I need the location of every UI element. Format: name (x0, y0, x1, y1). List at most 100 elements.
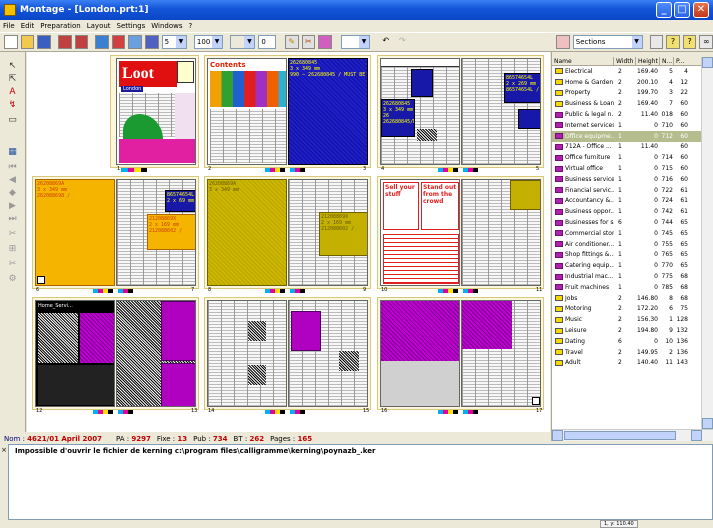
properties-icon[interactable]: ⚙ (6, 273, 19, 286)
column-header-name[interactable]: Name (552, 56, 614, 66)
help-icon[interactable]: ? (666, 35, 680, 49)
section-row[interactable]: Catering equip... 1 0 770 65 (552, 260, 702, 271)
section-row[interactable]: Business & Loans 2 169.40 7 60 (552, 98, 702, 109)
page-17[interactable] (461, 300, 541, 407)
section-row[interactable]: Adult 2 140.40 11 143 (552, 358, 702, 369)
section-row[interactable]: Office furniture 1 0 714 60 (552, 152, 702, 163)
page-count-select[interactable]: 5 ▼ (161, 35, 187, 49)
page-tool-icon[interactable]: ▦ (6, 146, 19, 159)
text-tool-icon[interactable]: A (6, 86, 19, 99)
section-row[interactable]: Industrial mac... 1 0 775 68 (552, 271, 702, 282)
page-4[interactable]: 262680845 3 x 349 mm 26 262680845/MU (380, 58, 460, 165)
horizontal-scrollbar[interactable] (552, 429, 713, 441)
section-row[interactable]: Internet services 1 0 710 60 (552, 120, 702, 131)
page-10[interactable]: Sell your stuff Stand out from the crowd (380, 179, 460, 286)
insert-icon[interactable]: ⊞ (6, 243, 19, 256)
page-8[interactable]: 26208869A 3 x 349 mm (207, 179, 287, 286)
scroll-right-button[interactable] (691, 430, 702, 441)
column-header-p[interactable]: P... (674, 57, 688, 66)
section-row[interactable]: Fruit machines 1 0 785 68 (552, 282, 702, 293)
section-row[interactable]: Air conditioner... 1 0 755 65 (552, 239, 702, 250)
section-row[interactable]: Shop fittings &... 1 0 765 65 (552, 250, 702, 261)
sections-select[interactable]: Sections ▼ (572, 35, 643, 49)
vertical-scrollbar[interactable] (701, 57, 713, 429)
page-12[interactable]: Home_Servi… (35, 300, 115, 407)
zoom-pointer-icon[interactable]: ⇱ (6, 73, 19, 86)
magic-wand-icon[interactable]: ✎ (284, 35, 299, 49)
section-row[interactable]: Home & Garden 2 200.10 4 12 (552, 77, 702, 88)
frame-tool-icon[interactable]: ▭ (6, 114, 19, 127)
jump-icon[interactable]: ◆ (6, 187, 19, 200)
close-icon[interactable]: × (0, 446, 8, 454)
last-page-icon[interactable]: ⏭ (6, 213, 19, 226)
minimize-button[interactable]: _ (656, 2, 672, 18)
page-7[interactable]: 86574654L 2 x 69 mm 21208869X 2 x 169 mm… (116, 179, 196, 286)
page-1[interactable]: Loot London (116, 58, 196, 165)
zoom-select[interactable]: 100 ▼ (193, 35, 224, 49)
empty-select[interactable]: ▼ (230, 35, 256, 49)
link-tool-icon[interactable]: ↯ (6, 99, 19, 112)
page-15[interactable] (288, 300, 368, 407)
page-11[interactable] (461, 179, 541, 286)
section-row[interactable]: Commercial storage 1 0745 65 (552, 228, 702, 239)
color-icon[interactable] (111, 35, 126, 49)
section-row[interactable]: Electrical 2 169.40 5 4 (552, 66, 702, 77)
column-header-height[interactable]: Height (636, 56, 660, 66)
section-row[interactable]: 712A - Office ... 1 11.40 60 (552, 142, 702, 153)
section-row[interactable]: Business services 1 0 716 60 (552, 174, 702, 185)
scroll-left-button[interactable] (552, 430, 563, 441)
section-row[interactable]: Office equipme... 1 0 712 60 (552, 130, 702, 142)
section-row[interactable]: Jobs 2 146.80 8 68 (552, 293, 702, 304)
section-row[interactable]: Music 2 156.30 1 128 (552, 314, 702, 325)
section-row[interactable]: Financial servic... 1 0 722 61 (552, 185, 702, 196)
maximize-button[interactable]: □ (674, 2, 690, 18)
print-icon[interactable] (57, 35, 72, 49)
menu-file[interactable]: File (3, 22, 15, 30)
menu-windows[interactable]: Windows (151, 22, 182, 30)
scroll-up-button[interactable] (702, 57, 713, 68)
grid-icon[interactable] (649, 35, 664, 49)
new-icon[interactable] (4, 35, 18, 49)
remove-icon[interactable]: ✂ (6, 258, 19, 271)
arrow-pointer-icon[interactable]: ↖ (6, 60, 19, 73)
section-row[interactable]: Motoring 2 172.20 6 75 (552, 304, 702, 315)
menu-preparation[interactable]: Preparation (40, 22, 80, 30)
style-select[interactable]: ▼ (340, 35, 370, 49)
page-16[interactable] (380, 300, 460, 407)
section-row[interactable]: Public & legal n... 2 11.40 018 60 (552, 109, 702, 120)
menu-edit[interactable]: Edit (21, 22, 35, 30)
layout-canvas[interactable]: Loot London 1 Contents 262680845 3 x 349… (27, 52, 550, 432)
page-6[interactable]: 26208869A 3 x 349 mm 262088698 / (35, 179, 115, 286)
section-row[interactable]: Accountancy &... 1 0 724 61 (552, 196, 702, 207)
cut-icon[interactable]: ✂ (6, 228, 19, 241)
page-2[interactable]: Contents (207, 58, 287, 165)
close-button[interactable]: ✕ (693, 2, 709, 18)
settings-icon[interactable] (128, 35, 142, 49)
redo-icon[interactable]: ↷ (396, 35, 410, 49)
arrange-icon[interactable]: ✂ (301, 35, 316, 49)
section-row[interactable]: Virtual office 1 0 715 60 (552, 163, 702, 174)
page-5[interactable]: 86574654L 2 x 269 mm 86574654L / MUST BE (461, 58, 541, 165)
save-icon[interactable] (37, 35, 51, 49)
offset-field[interactable]: 0 (258, 35, 276, 49)
section-row[interactable]: Business oppor... 1 0 742 61 (552, 206, 702, 217)
page-13[interactable] (116, 300, 196, 407)
first-page-icon[interactable]: ⏮ (6, 161, 19, 174)
section-row[interactable]: Businesses for sale 6 0744 65 (552, 217, 702, 228)
glasses-icon[interactable]: ∞ (699, 35, 713, 49)
page-9[interactable]: 21208869X 2 x 169 mm 212088602 / (288, 179, 368, 286)
context-help-icon[interactable]: ? (682, 35, 697, 49)
section-row[interactable]: Travel 2 149.95 2 136 (552, 347, 702, 358)
sections-icon[interactable] (556, 35, 570, 49)
next-page-icon[interactable]: ▶ (6, 200, 19, 213)
menu-settings[interactable]: Settings (117, 22, 146, 30)
scroll-thumb[interactable] (564, 431, 676, 440)
section-row[interactable]: Property 2 199.70 3 22 (552, 88, 702, 99)
open-folder-icon[interactable] (20, 35, 35, 49)
page-3[interactable]: 262680845 3 x 349 mm 990 – 262680845 / M… (288, 58, 368, 165)
column-header-n[interactable]: N... (660, 56, 674, 66)
layout-icon[interactable] (95, 35, 109, 49)
menu-help[interactable]: ? (189, 22, 193, 30)
picture-icon[interactable] (318, 35, 332, 49)
pages-icon[interactable] (145, 35, 159, 49)
